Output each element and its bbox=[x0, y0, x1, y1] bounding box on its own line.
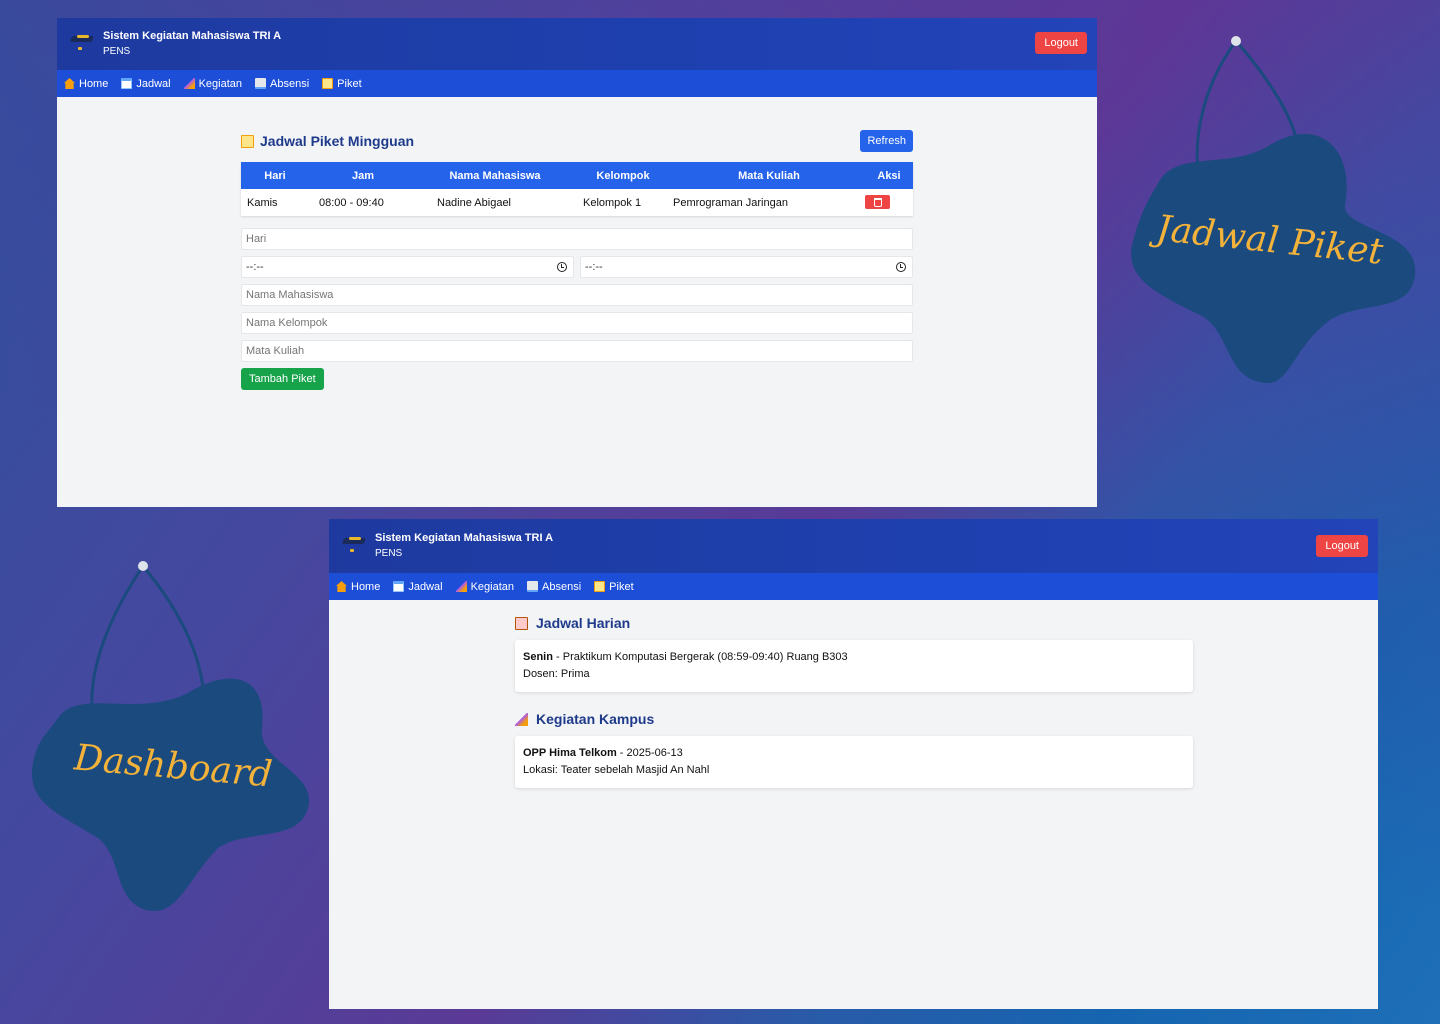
delete-button[interactable] bbox=[865, 195, 890, 210]
time-start-input[interactable]: --:-- bbox=[241, 256, 574, 278]
nav-home[interactable]: Home bbox=[64, 78, 108, 90]
kampus-date: - 2025-06-13 bbox=[616, 747, 683, 759]
clock-icon[interactable] bbox=[557, 262, 567, 272]
logout-button[interactable]: Logout bbox=[1035, 32, 1087, 54]
nav-kegiatan[interactable]: Kegiatan bbox=[183, 78, 242, 90]
memo-icon bbox=[322, 78, 334, 89]
nav-absensi[interactable]: Absensi bbox=[255, 78, 309, 90]
dashboard-window: Sistem Kegiatan Mahasiswa TRI A PENS Log… bbox=[329, 519, 1378, 1009]
table-row: Kamis 08:00 - 09:40 Nadine Abigael Kelom… bbox=[241, 189, 913, 216]
app-title: Sistem Kegiatan Mahasiswa TRI A bbox=[103, 30, 282, 42]
party-icon bbox=[455, 581, 467, 592]
party-icon bbox=[183, 78, 195, 89]
cell-kelompok: Kelompok 1 bbox=[583, 196, 642, 209]
col-matkul: Mata Kuliah bbox=[673, 162, 865, 189]
kampus-name: OPP Hima Telkom bbox=[523, 747, 617, 759]
col-jam: Jam bbox=[309, 162, 417, 189]
jadwal-harian-card: Senin - Praktikum Komputasi Bergerak (08… bbox=[515, 640, 1193, 692]
nav-absensi[interactable]: Absensi bbox=[527, 581, 581, 593]
memo-icon bbox=[594, 581, 606, 592]
tambah-piket-button[interactable]: Tambah Piket bbox=[241, 368, 324, 390]
piket-title: Jadwal Piket Mingguan bbox=[241, 133, 414, 149]
logo-icon bbox=[69, 30, 97, 58]
nav-piket[interactable]: Piket bbox=[322, 78, 362, 90]
brand: Sistem Kegiatan Mahasiswa TRI A PENS bbox=[103, 28, 281, 60]
sign-blob-shape bbox=[32, 561, 310, 912]
book-icon bbox=[255, 78, 267, 89]
header: Sistem Kegiatan Mahasiswa TRI A PENS Log… bbox=[57, 18, 1097, 70]
harian-day: Senin bbox=[523, 651, 553, 663]
home-icon bbox=[64, 78, 75, 89]
memo-icon bbox=[241, 134, 254, 148]
kegiatan-kampus-card: OPP Hima Telkom - 2025-06-13 Lokasi: Tea… bbox=[515, 736, 1193, 788]
party-icon bbox=[515, 712, 528, 726]
app-subtitle: PENS bbox=[103, 46, 131, 57]
hari-input[interactable] bbox=[241, 228, 913, 250]
book-icon bbox=[527, 581, 539, 592]
refresh-button[interactable]: Refresh bbox=[860, 130, 913, 152]
clipboard-icon bbox=[515, 616, 528, 630]
jadwal-piket-sign: Jadwal Piket bbox=[1120, 30, 1430, 390]
kegiatan-kampus-title: Kegiatan Kampus bbox=[515, 710, 1193, 728]
clock-icon[interactable] bbox=[896, 262, 906, 272]
dashboard-sign: Dashboard bbox=[28, 558, 318, 918]
nav-piket[interactable]: Piket bbox=[594, 581, 634, 593]
mata-kuliah-input[interactable] bbox=[241, 340, 913, 362]
nav-home[interactable]: Home bbox=[336, 581, 380, 593]
calendar-icon bbox=[121, 78, 133, 89]
app-title: Sistem Kegiatan Mahasiswa TRI A bbox=[375, 532, 554, 544]
brand: Sistem Kegiatan Mahasiswa TRI A PENS bbox=[375, 530, 553, 562]
kampus-lokasi: Lokasi: Teater sebelah Masjid An Nahl bbox=[523, 764, 710, 776]
piket-table: Hari Jam Nama Mahasiswa Kelompok Mata Ku… bbox=[241, 162, 913, 216]
logo-icon bbox=[341, 532, 369, 560]
navbar: Home Jadwal Kegiatan Absensi Piket bbox=[57, 70, 1097, 97]
nav-kegiatan[interactable]: Kegiatan bbox=[455, 581, 514, 593]
harian-detail: - Praktikum Komputasi Bergerak (08:59-09… bbox=[552, 651, 848, 663]
cell-matkul: Pemrograman Jaringan bbox=[673, 196, 788, 209]
harian-dosen: Dosen: Prima bbox=[523, 668, 590, 680]
trash-icon bbox=[873, 197, 882, 207]
col-aksi: Aksi bbox=[865, 162, 913, 189]
piket-window: Sistem Kegiatan Mahasiswa TRI A PENS Log… bbox=[57, 18, 1097, 507]
nav-jadwal[interactable]: Jadwal bbox=[121, 78, 171, 90]
cell-jam: 08:00 - 09:40 bbox=[319, 196, 384, 209]
calendar-icon bbox=[393, 581, 405, 592]
navbar: Home Jadwal Kegiatan Absensi Piket bbox=[329, 573, 1378, 600]
app-subtitle: PENS bbox=[375, 548, 403, 559]
header: Sistem Kegiatan Mahasiswa TRI A PENS Log… bbox=[329, 519, 1378, 573]
jadwal-harian-title: Jadwal Harian bbox=[515, 614, 1193, 632]
cell-nama: Nadine Abigael bbox=[437, 196, 512, 209]
col-hari: Hari bbox=[241, 162, 309, 189]
nama-mahasiswa-input[interactable] bbox=[241, 284, 913, 306]
home-icon bbox=[336, 581, 347, 592]
col-nama: Nama Mahasiswa bbox=[417, 162, 573, 189]
cell-hari: Kamis bbox=[247, 196, 278, 209]
nama-kelompok-input[interactable] bbox=[241, 312, 913, 334]
time-end-input[interactable]: --:-- bbox=[580, 256, 913, 278]
nav-jadwal[interactable]: Jadwal bbox=[393, 581, 443, 593]
logout-button[interactable]: Logout bbox=[1316, 535, 1368, 557]
col-kelompok: Kelompok bbox=[573, 162, 673, 189]
